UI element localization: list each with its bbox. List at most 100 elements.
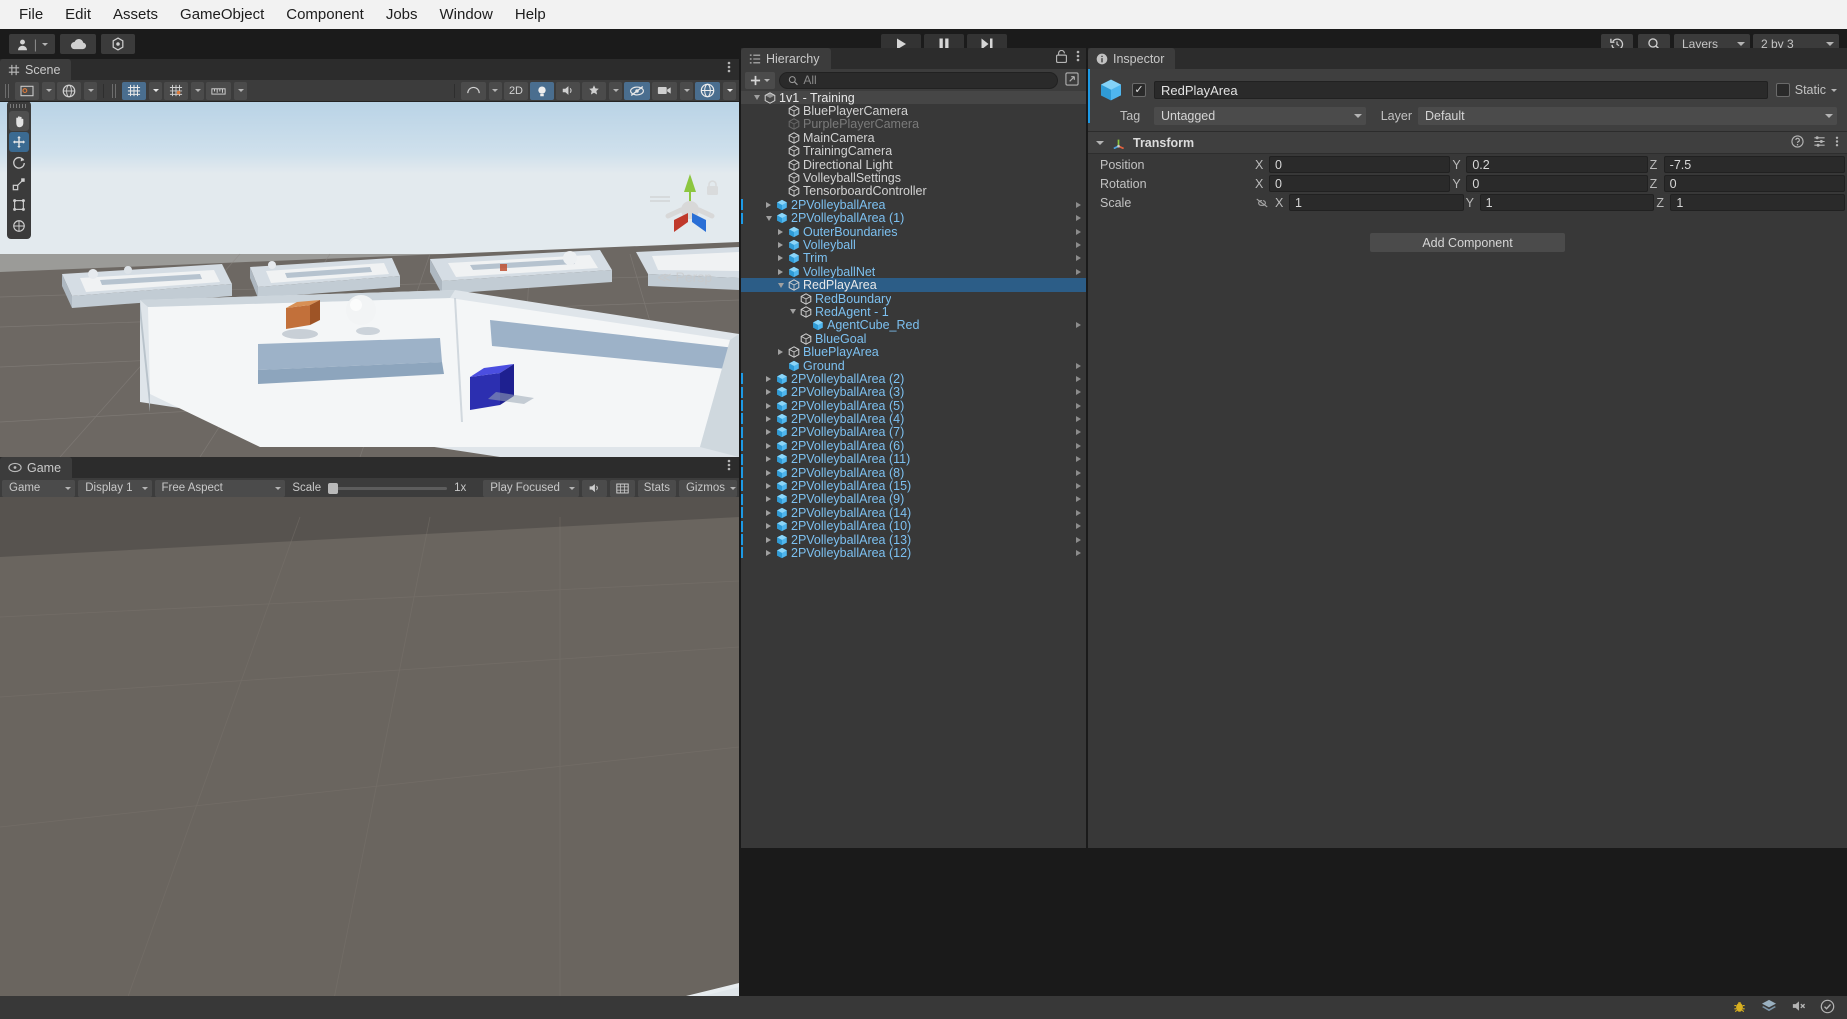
menu-item-jobs[interactable]: Jobs bbox=[375, 3, 429, 27]
transform-tool-icon[interactable] bbox=[9, 216, 29, 236]
toggle-2d-button[interactable]: 2D bbox=[503, 81, 528, 100]
hierarchy-item[interactable]: 2PVolleyballArea (5) bbox=[741, 399, 1086, 413]
account-icon[interactable]: | bbox=[9, 34, 55, 54]
game-target-dropdown[interactable]: Game bbox=[2, 479, 76, 497]
hierarchy-item[interactable]: BluePlayArea bbox=[741, 345, 1086, 359]
move-tool-icon[interactable] bbox=[9, 132, 29, 152]
cloud-icon[interactable] bbox=[60, 34, 96, 54]
scene-camera-icon[interactable] bbox=[652, 81, 677, 100]
foldout-arrow-icon[interactable] bbox=[751, 95, 762, 101]
foldout-arrow-icon[interactable] bbox=[775, 228, 786, 235]
aspect-frame-icon[interactable] bbox=[609, 479, 635, 497]
prefab-open-arrow-icon[interactable] bbox=[1076, 496, 1081, 503]
menu-item-window[interactable]: Window bbox=[429, 3, 504, 27]
hierarchy-item[interactable]: 2PVolleyballArea (2) bbox=[741, 372, 1086, 386]
scale-slider[interactable] bbox=[328, 482, 448, 494]
hierarchy-item[interactable]: 2PVolleyballArea (10) bbox=[741, 519, 1086, 533]
menu-item-help[interactable]: Help bbox=[504, 3, 557, 27]
aspect-dropdown[interactable]: Free Aspect bbox=[154, 479, 286, 497]
add-gameobject-button[interactable] bbox=[745, 71, 775, 89]
object-name-field[interactable]: RedPlayArea bbox=[1154, 81, 1768, 99]
draw-mode-globe-icon[interactable] bbox=[57, 81, 81, 100]
hierarchy-item[interactable]: RedBoundary bbox=[741, 292, 1086, 306]
hierarchy-menu-icon[interactable] bbox=[1076, 49, 1080, 66]
collab-icon[interactable] bbox=[101, 34, 135, 54]
foldout-arrow-icon[interactable] bbox=[763, 416, 774, 423]
hierarchy-item[interactable]: Volleyball bbox=[741, 238, 1086, 252]
preset-icon[interactable] bbox=[1813, 135, 1826, 151]
hierarchy-item[interactable]: 2PVolleyballArea (7) bbox=[741, 425, 1086, 439]
hierarchy-item[interactable]: OuterBoundaries bbox=[741, 225, 1086, 239]
hierarchy-item[interactable]: TensorboardController bbox=[741, 184, 1086, 198]
menu-item-assets[interactable]: Assets bbox=[102, 3, 169, 27]
prefab-open-arrow-icon[interactable] bbox=[1076, 322, 1081, 329]
toolbar-grip[interactable] bbox=[5, 83, 11, 98]
expand-search-icon[interactable] bbox=[1062, 71, 1082, 89]
hierarchy-item[interactable]: 2PVolleyballArea (14) bbox=[741, 506, 1086, 520]
hierarchy-item-selected[interactable]: RedPlayArea bbox=[741, 278, 1086, 292]
mute-icon[interactable] bbox=[1791, 999, 1806, 1016]
foldout-arrow-icon[interactable] bbox=[763, 375, 774, 382]
foldout-arrow-icon[interactable] bbox=[775, 349, 786, 356]
rotation-y-input[interactable]: 0 bbox=[1466, 175, 1648, 192]
hidden-objects-icon[interactable] bbox=[624, 81, 650, 100]
layers-icon[interactable] bbox=[1761, 999, 1777, 1016]
camera-settings-chevron-down-icon[interactable] bbox=[488, 81, 502, 100]
prefab-open-arrow-icon[interactable] bbox=[1076, 456, 1081, 463]
hierarchy-item[interactable]: 1v1 - Training bbox=[741, 91, 1086, 105]
hierarchy-search-input[interactable] bbox=[803, 73, 1049, 87]
hierarchy-item[interactable]: BlueGoal bbox=[741, 332, 1086, 346]
play-mode-dropdown[interactable]: Play Focused bbox=[483, 479, 579, 497]
foldout-arrow-icon[interactable] bbox=[763, 523, 774, 530]
hierarchy-item[interactable]: VolleyballNet bbox=[741, 265, 1086, 279]
prefab-open-arrow-icon[interactable] bbox=[1076, 201, 1081, 208]
draw-mode-chevron-down-icon[interactable] bbox=[84, 81, 97, 100]
prefab-open-arrow-icon[interactable] bbox=[1076, 469, 1081, 476]
scale-y-input[interactable]: 1 bbox=[1479, 194, 1655, 211]
foldout-arrow-icon[interactable] bbox=[763, 549, 774, 556]
foldout-arrow-icon[interactable] bbox=[763, 536, 774, 543]
hierarchy-item[interactable]: 2PVolleyballArea (13) bbox=[741, 533, 1086, 547]
foldout-arrow-icon[interactable] bbox=[763, 509, 774, 516]
scale-slider-knob[interactable] bbox=[328, 482, 339, 494]
effects-icon[interactable] bbox=[582, 81, 606, 100]
menu-item-edit[interactable]: Edit bbox=[54, 3, 102, 27]
grid-visibility-icon[interactable] bbox=[122, 81, 146, 100]
tools-grip[interactable] bbox=[10, 104, 28, 108]
hierarchy-item[interactable]: 2PVolleyballArea (4) bbox=[741, 412, 1086, 426]
hierarchy-item[interactable]: 2PVolleyballArea (6) bbox=[741, 439, 1086, 453]
shading-mode-icon[interactable] bbox=[15, 81, 39, 100]
lock-icon[interactable] bbox=[1055, 49, 1068, 66]
prefab-open-arrow-icon[interactable] bbox=[1076, 509, 1081, 516]
stats-button[interactable]: Stats bbox=[637, 479, 676, 497]
prefab-open-arrow-icon[interactable] bbox=[1076, 389, 1081, 396]
foldout-arrow-icon[interactable] bbox=[763, 389, 774, 396]
gizmos-icon[interactable] bbox=[695, 81, 720, 100]
check-circle-icon[interactable] bbox=[1820, 999, 1835, 1017]
menu-item-component[interactable]: Component bbox=[275, 3, 375, 27]
gizmos-dropdown[interactable]: Gizmos bbox=[678, 479, 737, 497]
static-checkbox[interactable] bbox=[1775, 83, 1790, 97]
scale-z-input[interactable]: 1 bbox=[1670, 194, 1846, 211]
camera-chevron-down-icon[interactable] bbox=[680, 81, 693, 100]
hierarchy-item[interactable]: PurplePlayerCamera bbox=[741, 117, 1086, 131]
foldout-arrow-icon[interactable] bbox=[775, 255, 786, 262]
scene-audio-icon[interactable] bbox=[556, 81, 580, 100]
hierarchy-item[interactable]: Trim bbox=[741, 251, 1086, 265]
tab-inspector[interactable]: Inspector bbox=[1088, 48, 1176, 69]
snapping-chevron-down-icon[interactable] bbox=[191, 81, 204, 100]
transform-component-header[interactable]: Transform bbox=[1088, 132, 1847, 154]
hierarchy-item[interactable]: Directional Light bbox=[741, 158, 1086, 172]
hand-tool-icon[interactable] bbox=[9, 111, 29, 131]
foldout-arrow-icon[interactable] bbox=[763, 201, 774, 208]
menu-item-gameobject[interactable]: GameObject bbox=[169, 3, 275, 27]
scene-viewport[interactable]: x y z ≪ Persp bbox=[0, 102, 739, 457]
add-component-button[interactable]: Add Component bbox=[1370, 233, 1565, 252]
foldout-arrow-icon[interactable] bbox=[763, 496, 774, 503]
hierarchy-item[interactable]: 2PVolleyballArea (15) bbox=[741, 479, 1086, 493]
scale-x-input[interactable]: 1 bbox=[1289, 194, 1464, 211]
grid-chevron-down-icon[interactable] bbox=[149, 81, 162, 100]
hierarchy-item[interactable]: AgentCube_Red bbox=[741, 318, 1086, 332]
hierarchy-item[interactable]: 2PVolleyballArea (9) bbox=[741, 492, 1086, 506]
hierarchy-item[interactable]: 2PVolleyballArea (1) bbox=[741, 211, 1086, 225]
